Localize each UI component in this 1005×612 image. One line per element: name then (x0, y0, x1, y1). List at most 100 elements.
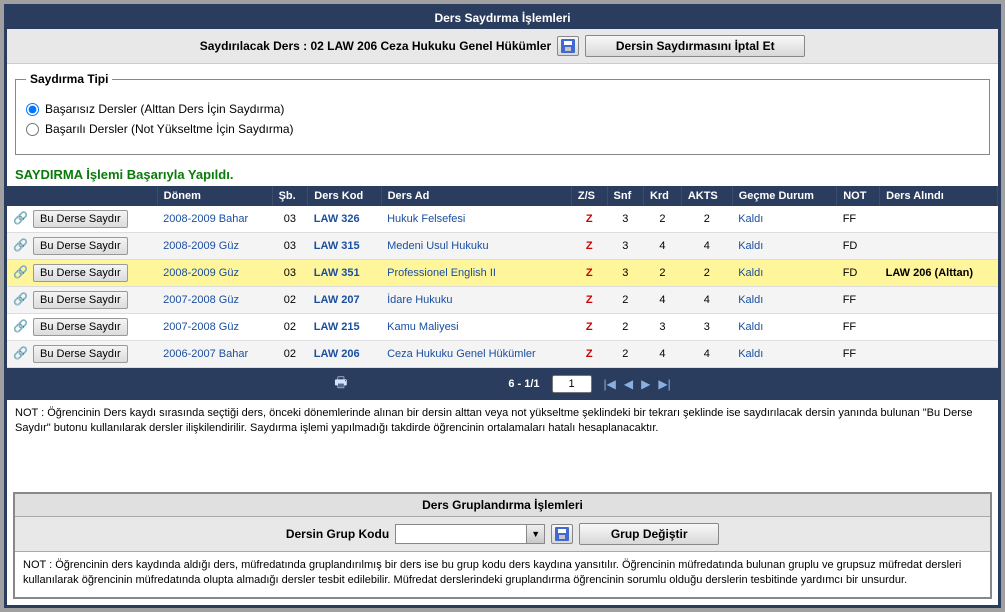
type-legend: Saydırma Tipi (26, 72, 112, 86)
pager-last-icon[interactable]: ▶| (658, 377, 670, 391)
pager-next-icon[interactable]: ▶ (641, 377, 650, 391)
save-icon (555, 527, 569, 541)
table-row: 🔗 Bu Derse Saydır2006-2007 Bahar02LAW 20… (7, 341, 998, 368)
cell-ects: 2 (681, 260, 732, 287)
cell-zs: Z (571, 260, 607, 287)
status-link[interactable]: Kaldı (738, 294, 763, 306)
cancel-assignment-button[interactable]: Dersin Saydırmasını İptal Et (585, 35, 805, 57)
group-change-button[interactable]: Grup Değiştir (579, 523, 719, 545)
term-link[interactable]: 2007-2008 Güz (163, 294, 239, 306)
pager-text: 6 - 1/1 (360, 378, 540, 390)
cell-taken (880, 233, 998, 260)
save-button[interactable] (557, 36, 579, 56)
link-icon: 🔗 (13, 265, 28, 279)
term-link[interactable]: 2007-2008 Güz (163, 321, 239, 333)
radio-passed-courses[interactable] (26, 123, 39, 136)
cell-grade: FD (837, 233, 880, 260)
name-link[interactable]: Medeni Usul Hukuku (387, 240, 489, 252)
pager-input[interactable] (552, 375, 592, 393)
assign-button[interactable]: Bu Derse Saydır (33, 318, 128, 336)
cell-grade: FF (837, 314, 880, 341)
name-link[interactable]: İdare Hukuku (387, 294, 452, 306)
cell-class: 3 (607, 233, 643, 260)
table-row: 🔗 Bu Derse Saydır 2007-2008 Güz 02 LAW 215 K… (7, 314, 998, 341)
code-link[interactable]: LAW 207 (314, 294, 360, 306)
success-message: SAYDIRMA İşlemi Başarıyla Yapıldı. (7, 163, 998, 186)
status-link[interactable]: Kaldı (738, 240, 763, 252)
cell-ects: 4 (681, 341, 732, 368)
pager-prev-icon[interactable]: ◀ (624, 377, 633, 391)
radio-failed-courses[interactable] (26, 103, 39, 116)
cell-credit: 4 (643, 287, 681, 314)
col-action (7, 186, 157, 206)
cell-credit: 3 (643, 314, 681, 341)
name-link[interactable]: Hukuk Felsefesi (387, 213, 465, 225)
term-link[interactable]: 2008-2009 Güz (163, 240, 239, 252)
pager-first-icon[interactable]: |◀ (604, 377, 616, 391)
name-link[interactable]: Professionel English II (387, 267, 496, 279)
status-link[interactable]: Kaldı (738, 213, 763, 225)
cell-section: 03 (272, 206, 308, 233)
cell-section: 02 (272, 341, 308, 368)
col-term: Dönem (157, 186, 272, 206)
status-link[interactable]: Kaldı (738, 267, 763, 279)
link-icon: 🔗 (13, 211, 28, 225)
assign-button[interactable]: Bu Derse Saydır (33, 237, 128, 255)
assign-button[interactable]: Bu Derse Saydır (33, 345, 128, 363)
status-link[interactable]: Kaldı (738, 348, 763, 360)
cell-class: 3 (607, 206, 643, 233)
col-grade: NOT (837, 186, 880, 206)
sub-bar: Saydırılacak Ders : 02 LAW 206 Ceza Huku… (7, 29, 998, 64)
term-link[interactable]: 2006-2007 Bahar (163, 348, 248, 360)
group-code-input[interactable] (396, 525, 526, 543)
assign-button[interactable]: Bu Derse Saydır (33, 210, 128, 228)
assign-button[interactable]: Bu Derse Saydır (33, 264, 128, 282)
cell-zs: Z (571, 206, 607, 233)
assign-button[interactable]: Bu Derse Saydır (33, 291, 128, 309)
cell-zs: Z (571, 233, 607, 260)
cell-ects: 3 (681, 314, 732, 341)
type-panel: Saydırma Tipi Başarısız Dersler (Alttan … (15, 72, 990, 155)
group-save-button[interactable] (551, 524, 573, 544)
code-link[interactable]: LAW 351 (314, 267, 360, 279)
cell-section: 03 (272, 233, 308, 260)
combo-dropdown-button[interactable]: ▼ (526, 525, 544, 543)
cell-ects: 4 (681, 287, 732, 314)
code-link[interactable]: LAW 206 (314, 348, 360, 360)
cell-section: 02 (272, 314, 308, 341)
cell-zs: Z (571, 341, 607, 368)
col-status: Geçme Durum (732, 186, 837, 206)
pager: 🖶 6 - 1/1 |◀ ◀ ▶ ▶| (7, 368, 998, 400)
course-info-label: Saydırılacak Ders : 02 LAW 206 Ceza Huku… (200, 39, 551, 53)
main-frame: Ders Saydırma İşlemleri Saydırılacak Der… (4, 4, 1001, 608)
name-link[interactable]: Ceza Hukuku Genel Hükümler (387, 348, 536, 360)
header-title: Ders Saydırma İşlemleri (7, 7, 998, 29)
status-link[interactable]: Kaldı (738, 321, 763, 333)
radio-failed-label: Başarısız Dersler (Alttan Ders İçin Sayd… (45, 102, 284, 116)
link-icon: 🔗 (13, 319, 28, 333)
col-class: Snf (607, 186, 643, 206)
name-link[interactable]: Kamu Maliyesi (387, 321, 459, 333)
group-code-label: Dersin Grup Kodu (286, 527, 389, 541)
cell-credit: 4 (643, 341, 681, 368)
radio-passed-label: Başarılı Dersler (Not Yükseltme İçin Say… (45, 122, 294, 136)
col-taken: Ders Alındı (880, 186, 998, 206)
cell-grade: FD (837, 260, 880, 287)
cell-ects: 2 (681, 206, 732, 233)
group-code-combo[interactable]: ▼ (395, 524, 545, 544)
note-text-2: NOT : Öğrencinin ders kaydında aldığı de… (15, 552, 990, 598)
col-zs: Z/S (571, 186, 607, 206)
code-link[interactable]: LAW 326 (314, 213, 360, 225)
table-row: 🔗 Bu Derse Saydır 2008-2009 Bahar 03 LAW 32… (7, 206, 998, 233)
print-icon[interactable]: 🖶 (334, 372, 347, 396)
courses-table: Dönem Şb. Ders Kod Ders Ad Z/S Snf Krd A… (7, 186, 998, 368)
col-credit: Krd (643, 186, 681, 206)
cell-zs: Z (571, 314, 607, 341)
term-link[interactable]: 2008-2009 Güz (163, 267, 239, 279)
term-link[interactable]: 2008-2009 Bahar (163, 213, 248, 225)
code-link[interactable]: LAW 215 (314, 321, 360, 333)
col-ects: AKTS (681, 186, 732, 206)
code-link[interactable]: LAW 315 (314, 240, 360, 252)
table-row: 🔗 Bu Derse Saydır2008-2009 Güz03LAW 351P… (7, 260, 998, 287)
cell-class: 2 (607, 287, 643, 314)
